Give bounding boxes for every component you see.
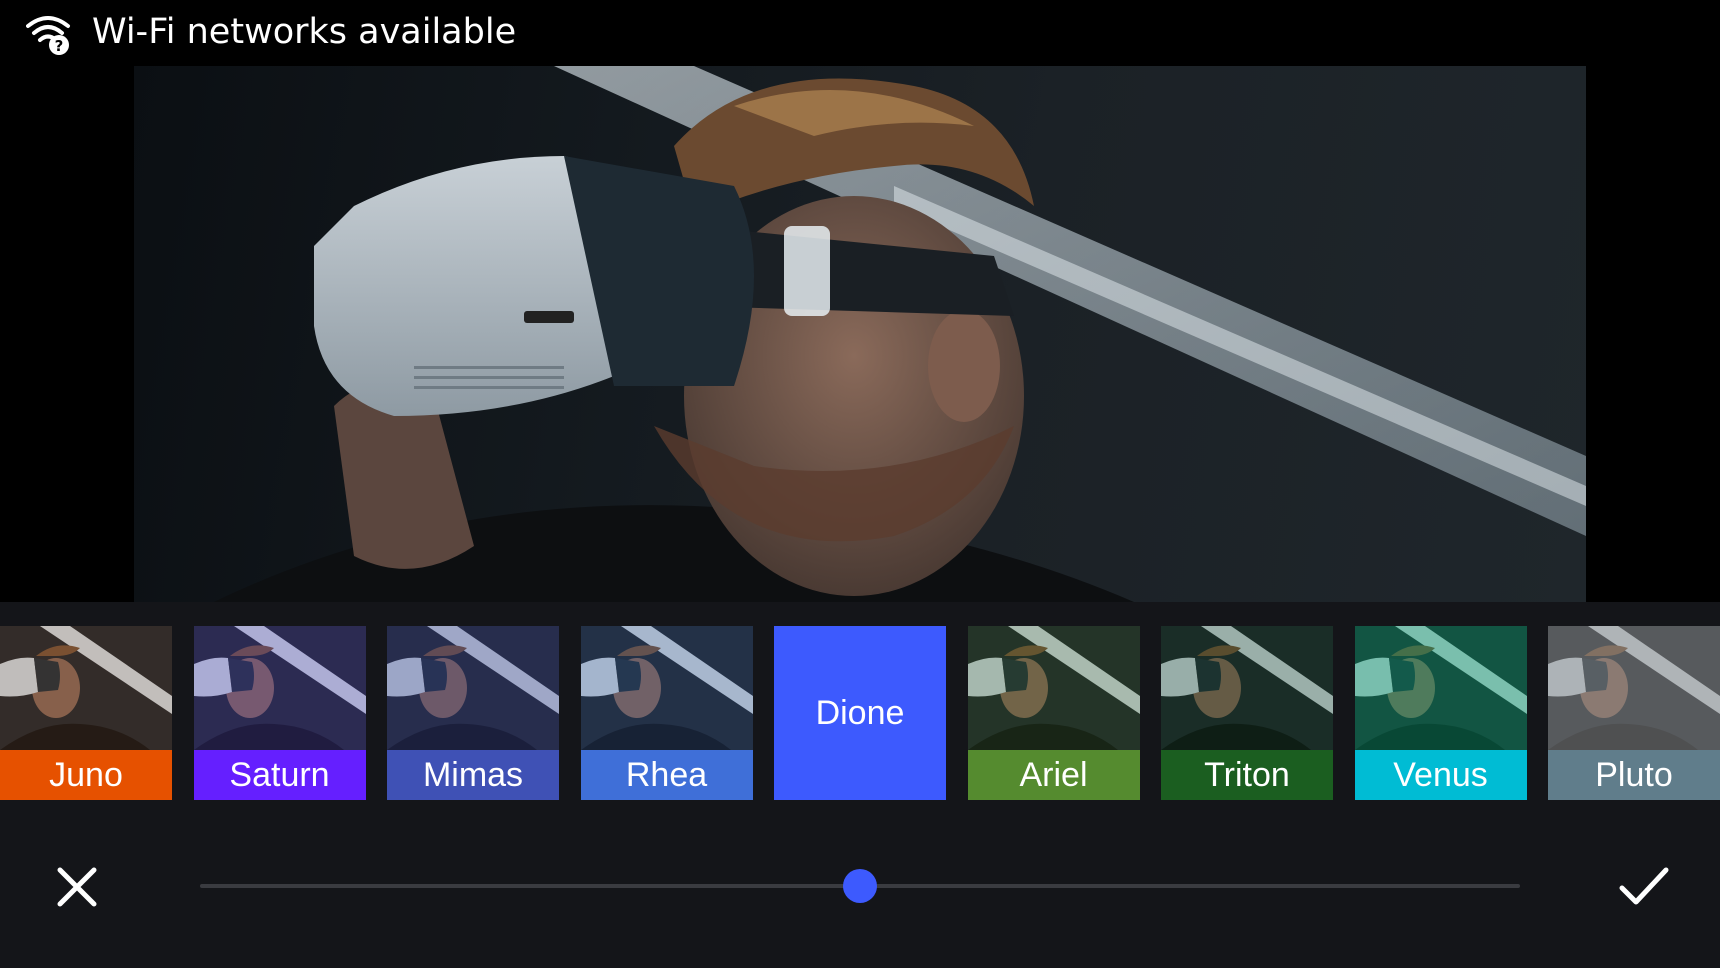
filter-thumbnail xyxy=(1548,626,1720,750)
status-text: Wi-Fi networks available xyxy=(92,12,517,52)
photo-preview xyxy=(134,66,1586,602)
filter-label: Saturn xyxy=(193,750,366,800)
filter-rhea[interactable]: Rhea xyxy=(580,626,753,800)
filter-panel: Juno Saturn Mimas Rhea Dione Ariel Triton… xyxy=(0,602,1720,968)
filter-label: Juno xyxy=(0,750,172,800)
filter-label: Pluto xyxy=(1548,750,1720,800)
filter-label: Triton xyxy=(1161,750,1333,800)
svg-text:?: ? xyxy=(55,37,64,55)
filter-label: Rhea xyxy=(580,750,753,800)
filter-thumbnail xyxy=(1161,626,1333,750)
filter-saturn[interactable]: Saturn xyxy=(193,626,366,800)
filter-pluto[interactable]: Pluto xyxy=(1548,626,1720,800)
filter-thumbnail xyxy=(387,626,559,750)
filter-thumbnail xyxy=(967,626,1140,750)
filter-venus[interactable]: Venus xyxy=(1354,626,1527,800)
status-bar: ? Wi-Fi networks available xyxy=(0,0,1720,66)
filter-label: Venus xyxy=(1354,750,1527,800)
filter-triton[interactable]: Triton xyxy=(1161,626,1333,800)
filter-label: Ariel xyxy=(967,750,1140,800)
slider-thumb[interactable] xyxy=(843,869,877,903)
wifi-question-icon: ? xyxy=(26,16,70,55)
filter-label: Dione xyxy=(774,626,946,800)
filter-thumbnail xyxy=(1354,626,1527,750)
filter-dione[interactable]: Dione xyxy=(774,626,946,800)
close-icon[interactable] xyxy=(52,862,102,912)
controls-bar xyxy=(0,834,1720,934)
filter-thumbnail xyxy=(193,626,366,750)
filter-ariel[interactable]: Ariel xyxy=(967,626,1140,800)
filter-label: Mimas xyxy=(387,750,559,800)
filter-thumbnail xyxy=(580,626,753,750)
filter-strip: Juno Saturn Mimas Rhea Dione Ariel Triton… xyxy=(0,626,1720,800)
filter-thumbnail xyxy=(0,626,172,750)
filter-mimas[interactable]: Mimas xyxy=(387,626,559,800)
intensity-slider[interactable] xyxy=(200,869,1520,903)
check-icon[interactable] xyxy=(1616,862,1672,912)
filter-juno[interactable]: Juno xyxy=(0,626,172,800)
vr-headset-photo xyxy=(214,66,1586,602)
